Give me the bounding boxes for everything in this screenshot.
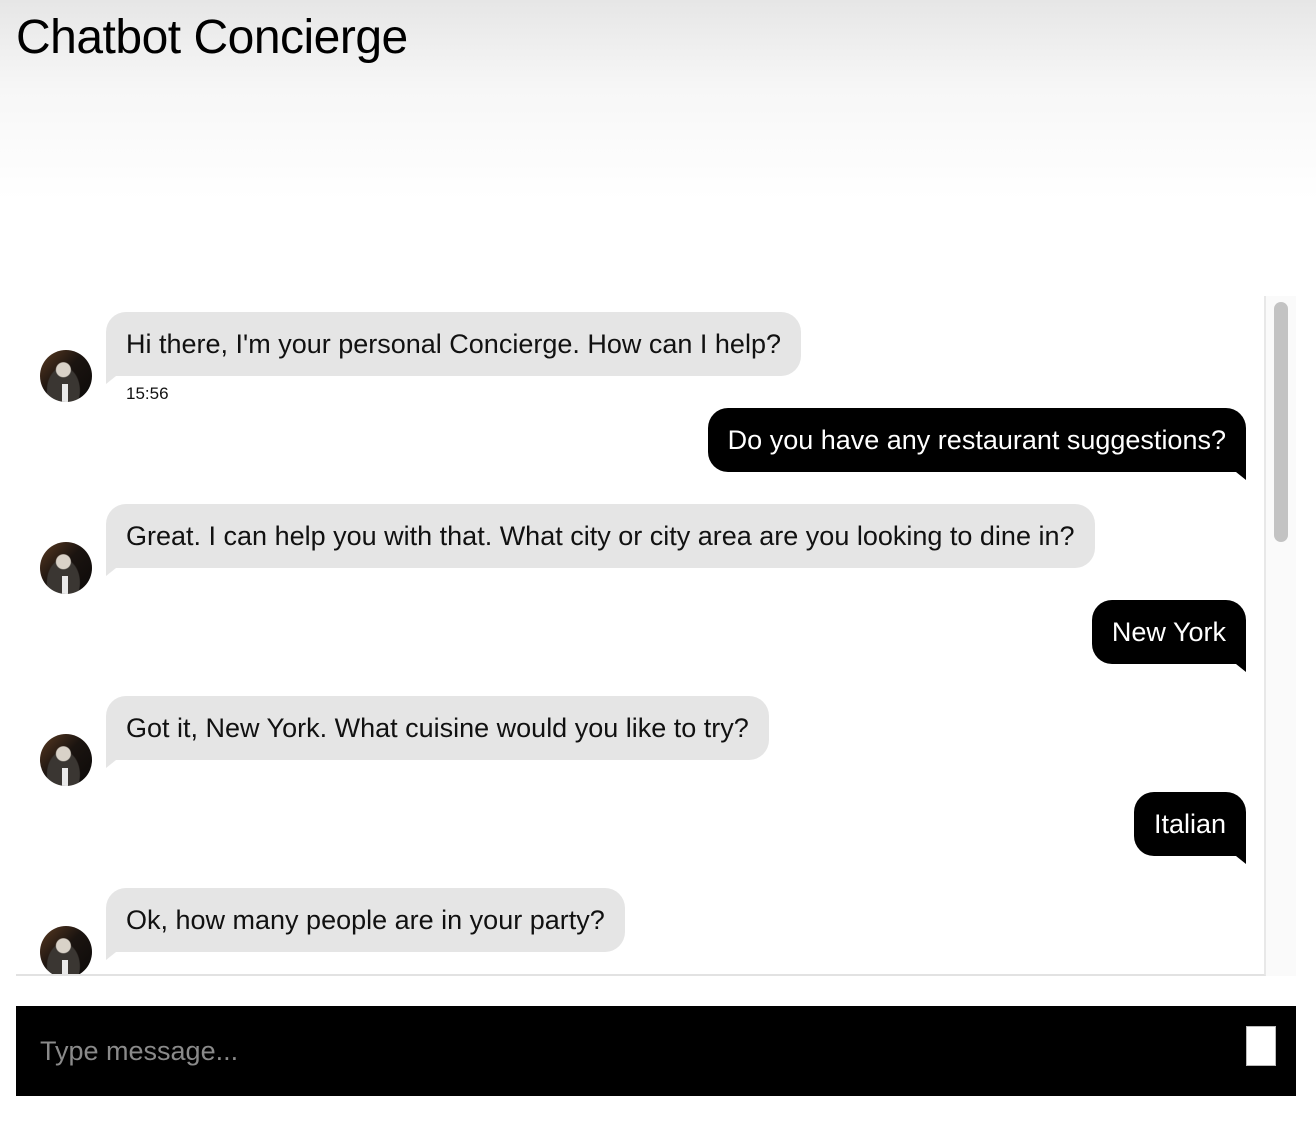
concierge-avatar [40,542,92,594]
user-message-bubble: Do you have any restaurant suggestions? [707,408,1247,480]
send-button[interactable] [1246,1026,1276,1066]
chat-scrollbar[interactable] [1266,296,1296,976]
message-timestamp: 15:56 [126,384,169,403]
bot-message-bubble: Ok, how many people are in your party? [106,888,625,960]
message-input[interactable] [40,1028,1220,1074]
app-title: Chatbot Concierge [16,11,408,64]
user-message-bubble: Italian [1133,792,1247,864]
scrollbar-thumb[interactable] [1274,302,1288,542]
message-composer [16,1006,1296,1096]
chat-messages-panel[interactable]: Hi there, I'm your personal Concierge. H… [16,296,1266,976]
concierge-avatar [40,350,92,402]
bot-message-bubble: Great. I can help you with that. What ci… [106,504,1095,576]
bot-message-bubble: Hi there, I'm your personal Concierge. H… [106,312,801,384]
bot-message-bubble: Got it, New York. What cuisine would you… [106,696,769,768]
user-message-bubble: New York [1091,600,1247,672]
concierge-avatar [40,926,92,974]
concierge-avatar [40,734,92,786]
